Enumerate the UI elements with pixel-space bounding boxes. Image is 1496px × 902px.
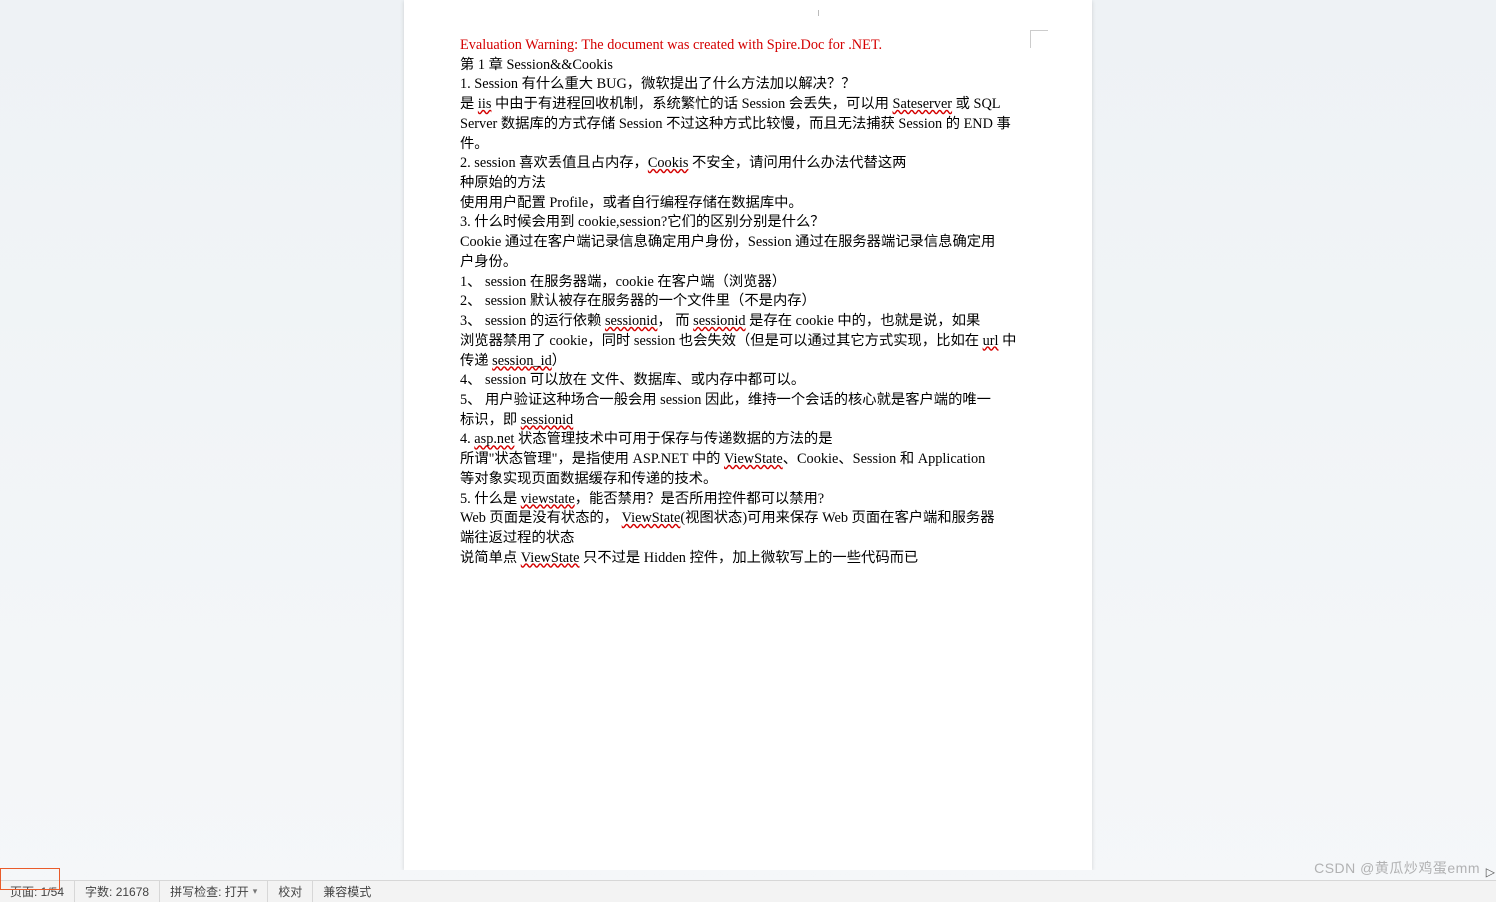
chapter-heading: 第 1 章 Session&&Cookis [460,57,613,73]
q1-title: 1. Session 有什么重大 BUG，微软提出了什么方法加以解决？？ [460,75,1036,95]
q3-item3-l2: 浏览器禁用了 cookie，同时 session 也会失效（但是可以通过其它方式… [460,332,1036,352]
q3-item4: 4、 session 可以放在 文件、数据库、或内存中都可以。 [460,371,1036,391]
q5-line1: Web 页面是没有状态的， ViewState(视图状态)可用来保存 Web 页… [460,509,1036,529]
spellerr-session-id: session_id [492,353,552,369]
evaluation-warning: Evaluation Warning: The document was cre… [460,36,1036,56]
status-word-count[interactable]: 字数: 21678 [75,881,160,902]
q3-title: 3. 什么时候会用到 cookie,session?它们的区别分别是什么？ [460,213,1036,233]
spellerr-sessionid-1: sessionid [605,313,657,329]
spellerr-sateserver: Sateserver [893,96,953,112]
q3-item2: 2、 session 默认被存在服务器的一个文件里（不是内存） [460,292,1036,312]
q3-item5-l2: 标识，即 sessionid [460,411,1036,431]
spellerr-aspnet: asp.net [474,431,514,447]
status-bar: 页面: 1/54 字数: 21678 拼写检查: 打开 ▾ 校对 兼容模式 [0,880,1496,902]
q4-line1: 所谓"状态管理"，是指使用 ASP.NET 中的 ViewState、Cooki… [460,450,1036,470]
q1-line2: Server 数据库的方式存储 Session 不过这种方式比较慢，而且无法捕获… [460,115,1036,154]
spellerr-cookis: Cookis [648,155,689,171]
q3-line1: Cookie 通过在客户端记录信息确定用户身份，Session 通过在服务器端记… [460,233,1036,253]
spellerr-sessionid-3: sessionid [521,412,573,428]
q5-line3: 说简单点 ViewState 只不过是 Hidden 控件，加上微软写上的一些代… [460,549,1036,569]
spellerr-url: url [983,333,999,349]
spellerr-viewstate-1: ViewState [724,451,783,467]
spellerr-viewstate-3: ViewState [521,550,580,566]
spellerr-sessionid-2: sessionid [693,313,745,329]
q3-line2: 户身份。 [460,253,1036,273]
status-page-number[interactable]: 页面: 1/54 [0,881,75,902]
status-compat-mode[interactable]: 兼容模式 [313,881,381,902]
q5-title: 5. 什么是 viewstate，能否禁用？是否所用控件都可以禁用? [460,490,1036,510]
document-viewport[interactable]: Evaluation Warning: The document was cre… [0,0,1496,870]
q3-item5-l1: 5、 用户验证这种场合一般会用 session 因此，维持一个会话的核心就是客户… [460,391,1036,411]
q2-title-line2: 种原始的方法 [460,174,1036,194]
q5-line2: 端往返过程的状态 [460,529,1036,549]
q3-item3-l1: 3、 session 的运行依赖 sessionid， 而 sessionid … [460,312,1036,332]
q3-item1: 1、 session 在服务器端，cookie 在客户端（浏览器） [460,273,1036,293]
q4-title: 4. asp.net 状态管理技术中可用于保存与传递数据的方法的是 [460,430,1036,450]
header-center-mark [818,10,819,16]
q2-title-line1: 2. session 喜欢丢值且占内存，Cookis 不安全，请问用什么办法代替… [460,154,1036,174]
spellerr-iis: iis [478,96,492,112]
document-page: Evaluation Warning: The document was cre… [404,0,1092,870]
spellerr-viewstate-2: ViewState [622,510,681,526]
chevron-down-icon: ▾ [253,886,258,897]
spellerr-viewstate-lc: viewstate [521,491,575,507]
status-spellcheck[interactable]: 拼写检查: 打开 ▾ [160,881,268,902]
q1-line1: 是 iis 中由于有进程回收机制，系统繁忙的话 Session 会丢失，可以用 … [460,95,1036,115]
q3-item3-l3: 传递 session_id） [460,352,1036,372]
q4-line2: 等对象实现页面数据缓存和传递的技术。 [460,470,1036,490]
margin-corner-mark [1030,30,1048,31]
status-proofing[interactable]: 校对 [268,881,313,902]
q2-answer: 使用用户配置 Profile，或者自行编程存储在数据库中。 [460,194,1036,214]
